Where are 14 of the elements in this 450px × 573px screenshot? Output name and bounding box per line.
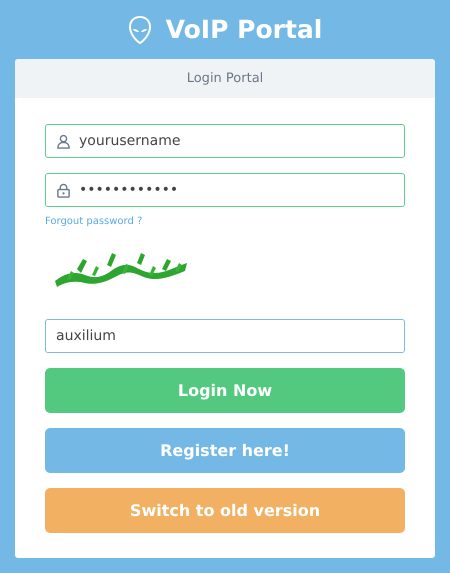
card-header: Login Portal	[15, 59, 435, 98]
user-icon	[56, 134, 71, 148]
forgot-password-link[interactable]: Forgout password ?	[45, 216, 142, 227]
field-value: yourusername	[79, 133, 180, 149]
password-field[interactable]: ••••••••••••	[45, 173, 405, 207]
field-value: ••••••••••••	[79, 182, 178, 198]
captcha-field[interactable]: auxilium	[45, 319, 405, 353]
username-field[interactable]: yourusername	[45, 124, 405, 158]
lock-icon	[56, 182, 71, 198]
action-button[interactable]: Switch to old version	[45, 488, 405, 533]
action-button[interactable]: Register here!	[45, 428, 405, 473]
alien-icon	[128, 16, 152, 44]
action-button[interactable]: Login Now	[45, 368, 405, 413]
app-title: VoIP Portal	[166, 15, 322, 44]
